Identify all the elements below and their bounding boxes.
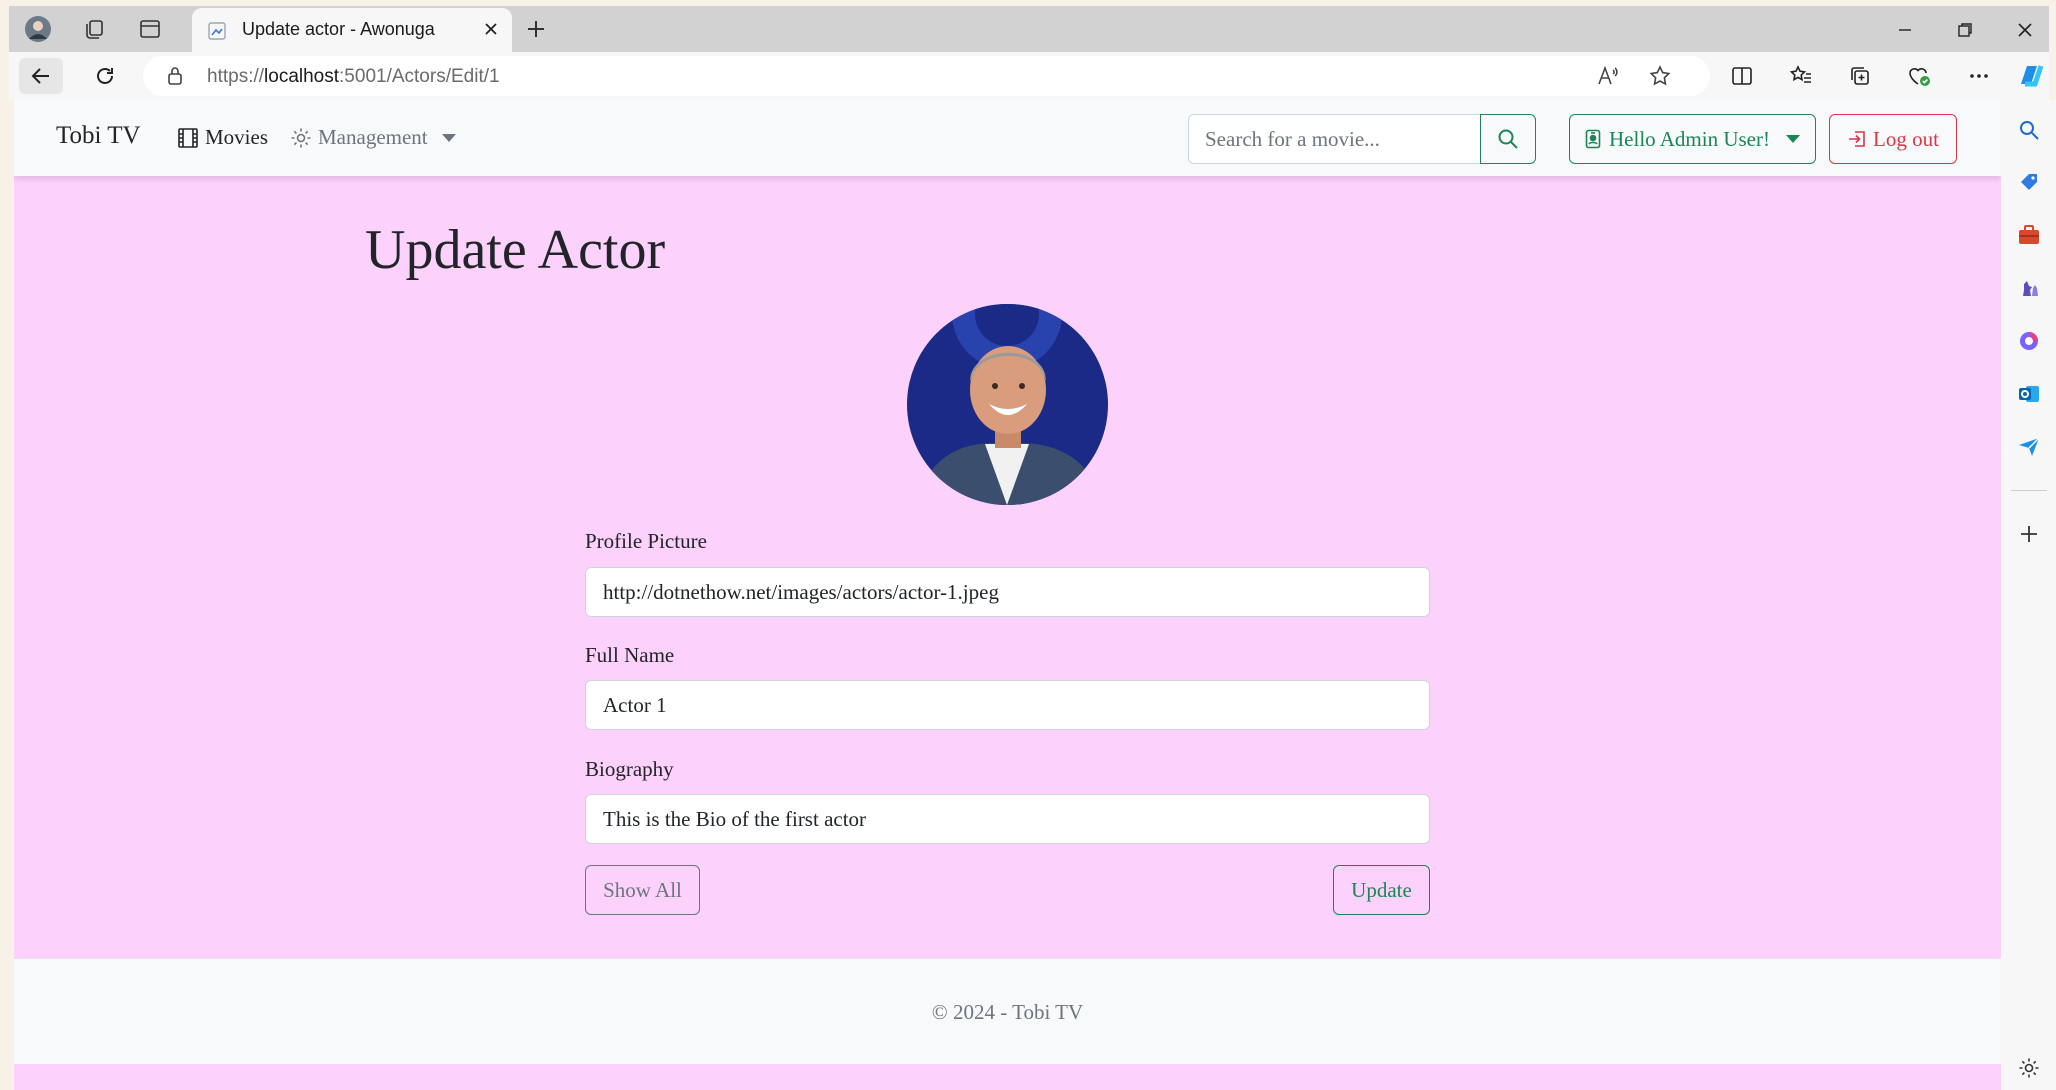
chevron-down-icon [1785, 135, 1800, 143]
refresh-icon[interactable] [88, 59, 122, 93]
more-options-icon[interactable] [1962, 59, 1996, 93]
lock-icon[interactable] [165, 66, 185, 91]
send-drop-icon[interactable] [2015, 433, 2043, 461]
user-greeting-label: Hello Admin User! [1609, 126, 1770, 151]
shopping-tag-icon[interactable] [2015, 168, 2043, 196]
favorite-star-icon[interactable] [1648, 64, 1672, 93]
workspaces-icon[interactable] [79, 14, 109, 44]
add-sidebar-app-icon[interactable] [2015, 520, 2043, 548]
microsoft-365-icon[interactable] [2015, 327, 2043, 355]
page-viewport: Tobi TV Movies Management Hello Admin Us… [14, 100, 2001, 1090]
active-tab[interactable]: Update actor - Awonuga [192, 8, 512, 52]
minimize-icon[interactable] [1891, 16, 1919, 44]
site-navbar: Tobi TV Movies Management Hello Admin Us… [14, 100, 2001, 176]
read-aloud-icon[interactable] [1596, 64, 1620, 93]
tools-briefcase-icon[interactable] [2015, 221, 2043, 249]
site-footer: © 2024 - Tobi TV [14, 958, 2001, 1064]
brand-link[interactable]: Tobi TV [56, 122, 141, 150]
games-chess-icon[interactable] [2015, 274, 2043, 302]
movie-search-input[interactable] [1188, 114, 1481, 164]
outlook-icon[interactable] [2015, 380, 2043, 408]
restore-icon[interactable] [1951, 16, 1979, 44]
profile-avatar-icon[interactable] [23, 14, 53, 44]
sidebar-divider [2011, 490, 2047, 491]
tab-title: Update actor - Awonuga [242, 19, 435, 39]
logout-label: Log out [1873, 126, 1939, 151]
search-sidebar-icon[interactable] [2015, 116, 2043, 144]
full-name-input[interactable] [585, 680, 1430, 730]
biography-label: Biography [585, 757, 674, 781]
user-menu-button[interactable]: Hello Admin User! [1569, 114, 1816, 164]
film-icon [178, 127, 198, 148]
search-button[interactable] [1480, 114, 1536, 164]
show-all-button[interactable]: Show All [585, 865, 700, 915]
copilot-icon[interactable] [2013, 58, 2047, 92]
actor-avatar [907, 304, 1108, 505]
nav-management-dropdown[interactable]: Management [290, 125, 456, 150]
biography-input[interactable] [585, 794, 1430, 844]
collections-icon[interactable] [1843, 59, 1877, 93]
split-screen-icon[interactable] [1725, 59, 1759, 93]
profile-picture-input[interactable] [585, 567, 1430, 617]
logout-icon [1849, 131, 1865, 147]
browser-sidebar [2001, 100, 2056, 1090]
nav-management-label: Management [318, 125, 428, 149]
profile-picture-label: Profile Picture [585, 529, 707, 553]
url-text: https://localhost:5001/Actors/Edit/1 [207, 66, 500, 87]
page-favicon-icon [208, 22, 228, 45]
chevron-down-icon [441, 133, 456, 142]
close-tab-icon[interactable] [482, 20, 500, 43]
person-badge-icon [1585, 129, 1601, 149]
full-name-label: Full Name [585, 643, 675, 667]
vertical-tabs-icon[interactable] [135, 14, 165, 44]
search-icon [1498, 129, 1518, 149]
page-title: Update Actor [365, 219, 666, 281]
logout-button[interactable]: Log out [1829, 114, 1957, 164]
nav-movies-label: Movies [205, 125, 268, 149]
update-button[interactable]: Update [1333, 865, 1430, 915]
sidebar-settings-icon[interactable] [2015, 1054, 2043, 1082]
close-window-icon[interactable] [2011, 16, 2039, 44]
footer-copyright: © 2024 - Tobi TV [931, 1000, 1084, 1024]
nav-movies-link[interactable]: Movies [177, 125, 268, 150]
browser-essentials-icon[interactable] [1902, 59, 1936, 93]
favorites-icon[interactable] [1784, 59, 1818, 93]
browser-tab-strip: Update actor - Awonuga [9, 6, 2049, 52]
new-tab-icon[interactable] [521, 14, 551, 44]
gear-icon [291, 128, 311, 147]
back-icon[interactable] [19, 58, 63, 94]
address-bar[interactable]: https://localhost:5001/Actors/Edit/1 [143, 56, 1710, 96]
browser-toolbar: https://localhost:5001/Actors/Edit/1 [9, 52, 2049, 100]
